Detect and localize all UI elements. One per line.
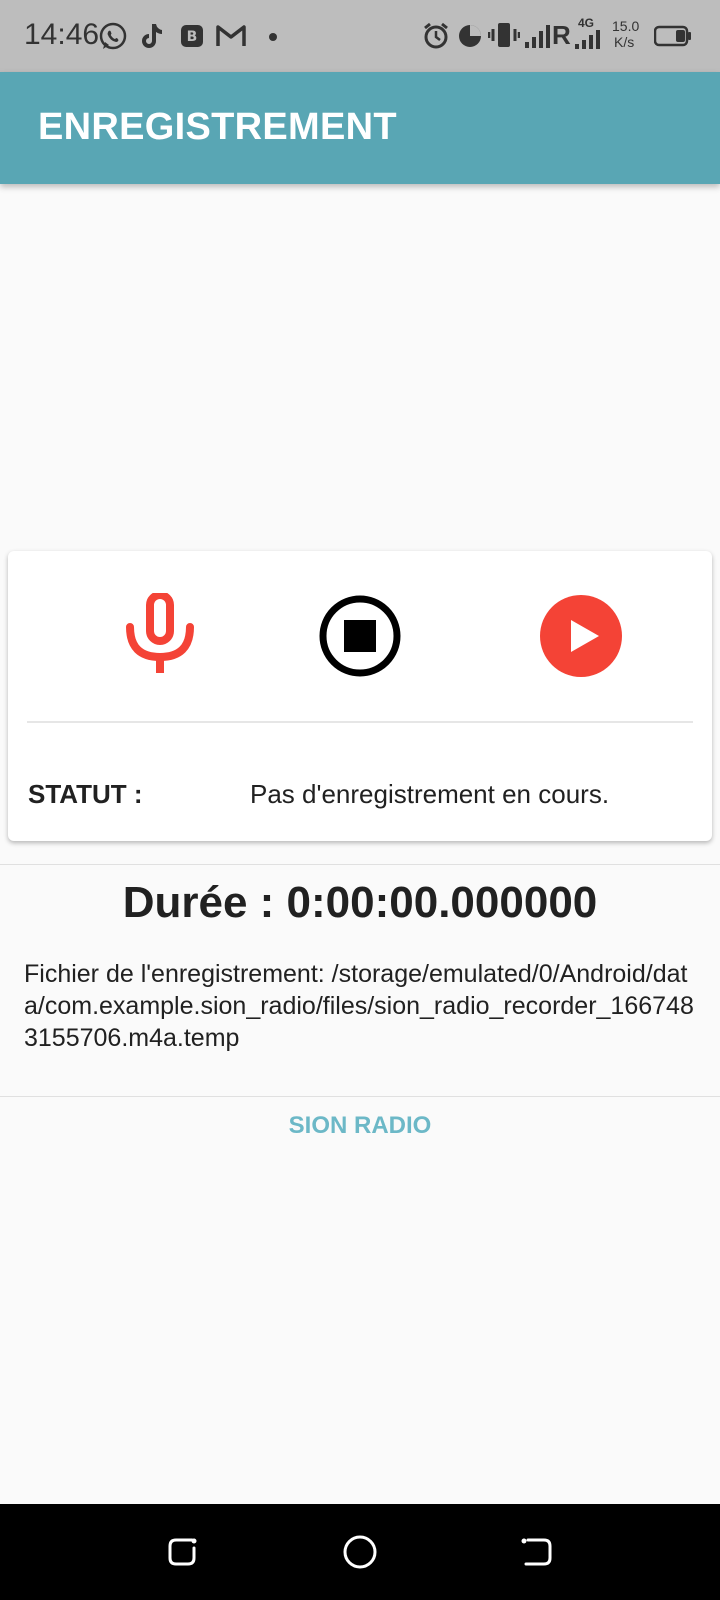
stop-circle-icon: [319, 595, 401, 677]
data-saver-icon: [459, 25, 481, 47]
gmail-icon: [216, 25, 246, 46]
battery-icon: [654, 25, 691, 47]
home-button[interactable]: [342, 1534, 378, 1575]
divider: [0, 864, 720, 865]
alarm-icon: [424, 22, 448, 49]
duration-text: Durée : 0:00:00.000000: [122, 878, 598, 927]
app-bar: ENREGISTREMENT: [0, 72, 720, 184]
whatsapp-icon: [99, 22, 127, 50]
network-speed-value: 15.0: [612, 18, 640, 34]
signal-icon: [575, 30, 600, 49]
navigation-bar: [0, 1504, 720, 1600]
play-circle-icon: [540, 595, 622, 677]
network-speed-unit: K/s: [614, 34, 635, 50]
app-b-icon: B: [181, 25, 203, 47]
svg-text:B: B: [187, 29, 198, 45]
footer-label: SION RADIO: [288, 1112, 432, 1139]
recents-icon: [168, 1538, 197, 1566]
play-button[interactable]: [539, 594, 623, 678]
page-title: ENREGISTREMENT: [38, 106, 397, 148]
stop-button[interactable]: [318, 594, 402, 678]
status-bar: 14:46 B R 4G 15.0 K/s: [0, 0, 720, 72]
recents-button[interactable]: [166, 1534, 202, 1575]
network-type-label: 4G: [578, 16, 595, 30]
tiktok-icon: [142, 24, 162, 48]
vibrate-icon: [488, 23, 520, 47]
microphone-icon: [126, 591, 194, 673]
status-value: Pas d'enregistrement en cours.: [250, 779, 610, 809]
roaming-label: R: [552, 20, 571, 50]
dot-icon: [269, 33, 277, 41]
recorder-card: STATUT : Pas d'enregistrement en cours.: [8, 551, 712, 841]
record-button[interactable]: [120, 591, 200, 677]
signal-icon: [525, 25, 550, 48]
file-path-text: Fichier de l'enregistrement: /storage/em…: [24, 960, 694, 1052]
status-label: STATUT :: [28, 779, 143, 809]
back-button[interactable]: [518, 1534, 554, 1575]
back-icon: [521, 1538, 552, 1566]
status-time: 14:46: [24, 18, 100, 51]
divider: [0, 1096, 720, 1097]
card-divider: [27, 721, 693, 723]
home-icon: [343, 1535, 377, 1569]
